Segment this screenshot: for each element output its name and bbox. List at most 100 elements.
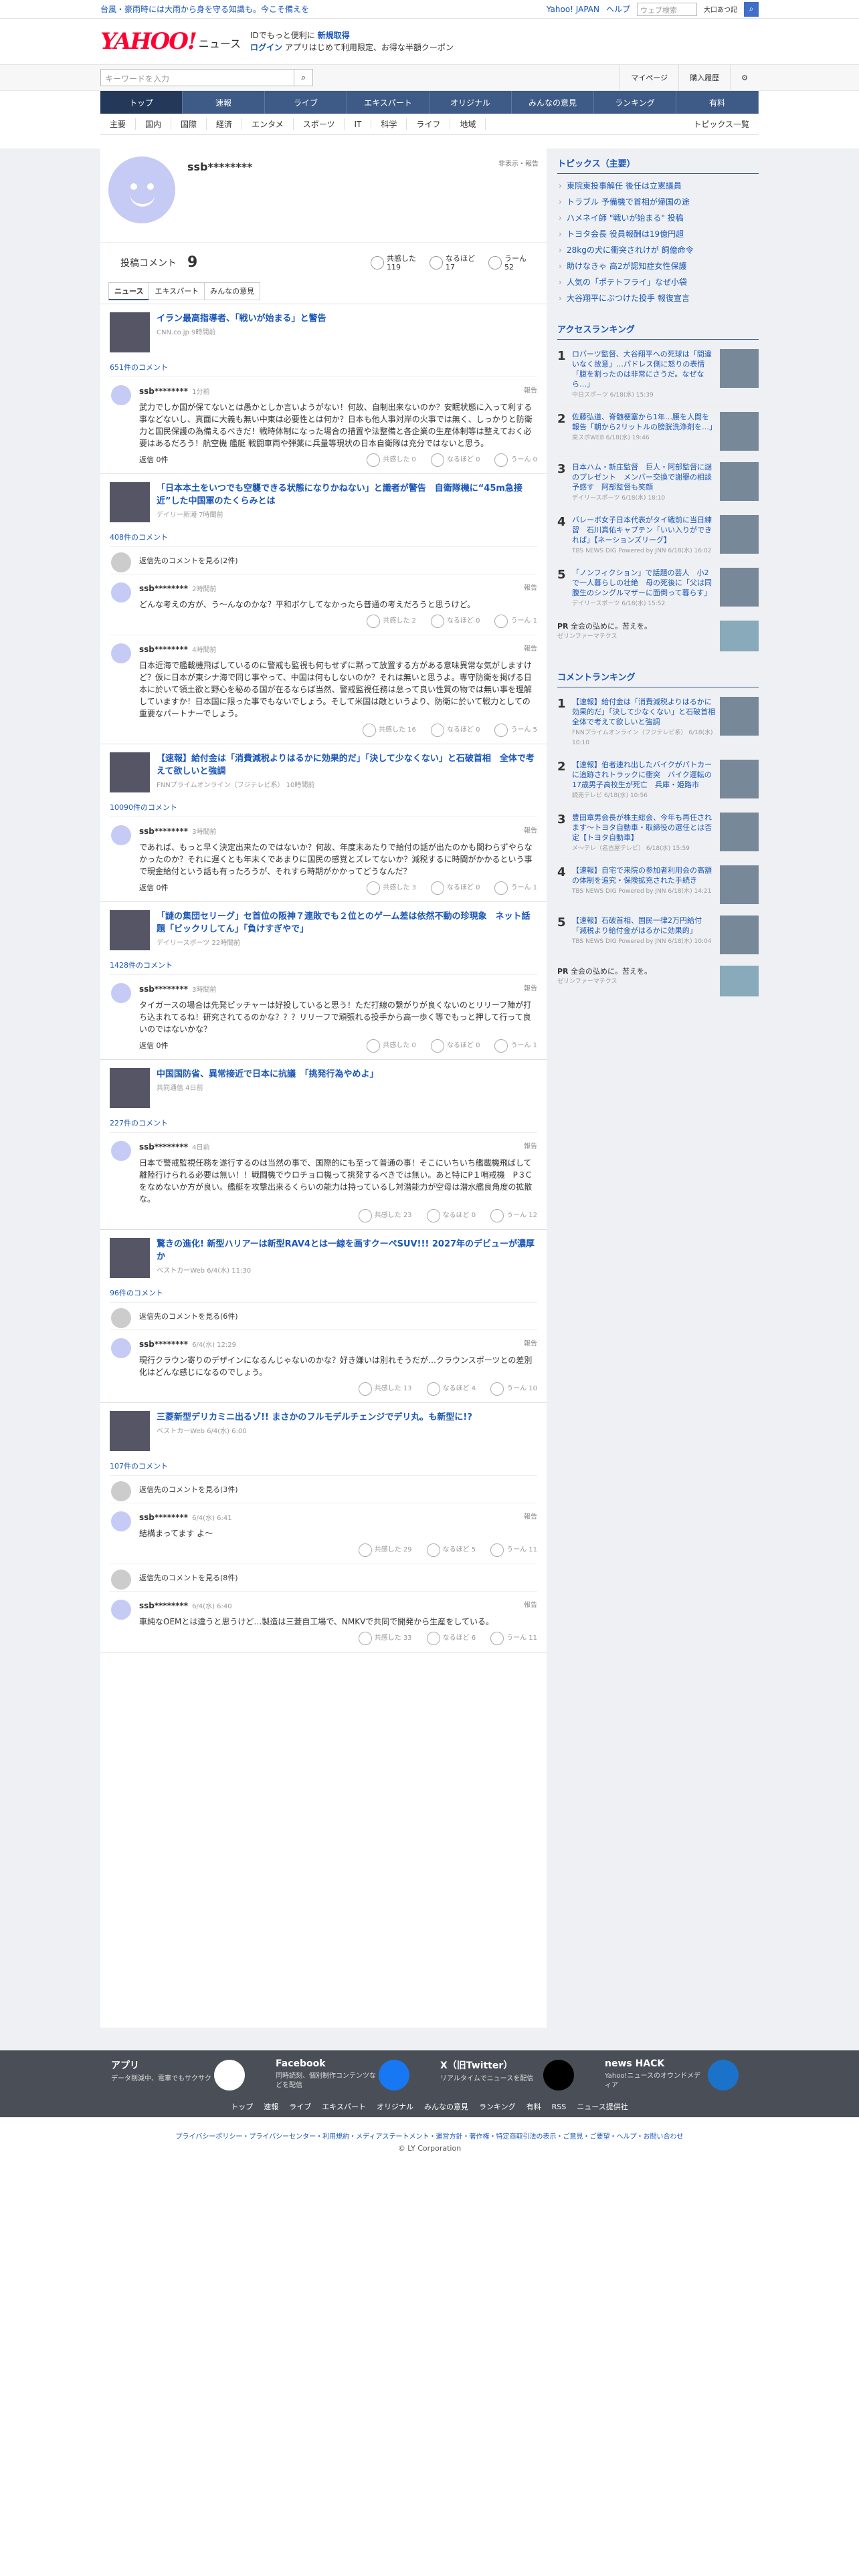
- empathy-button[interactable]: 共感した 3: [367, 881, 416, 895]
- rank-text[interactable]: ロバーツ監督、大谷翔平への死球は「間違いなく故意」…パドレス側に怒りの表情「腹を…: [572, 349, 716, 401]
- comment-user[interactable]: ssb********: [139, 984, 188, 994]
- comment-user[interactable]: ssb********: [139, 645, 188, 654]
- report-link[interactable]: 報告: [524, 385, 537, 397]
- ranking-item[interactable]: 4 バレーボ女子日本代表がタイ戦前に当日練習 石川真佑キャプテン「いい入りができれ…: [557, 510, 759, 562]
- web-search-input[interactable]: ウェブ検索: [637, 2, 697, 16]
- article[interactable]: イラン最高指導者、「戦いが始まる」と警告 CNN.co.jp 9時間前: [110, 304, 537, 358]
- show-parent-label[interactable]: 返信先のコメントを見る(8件): [139, 1574, 238, 1582]
- nav-expert[interactable]: エキスパート: [347, 91, 430, 114]
- comment-count-link[interactable]: 408件のコメント: [110, 528, 537, 546]
- ranking-item[interactable]: 2 佐藤弘道、脊髄梗塞から1年…腰を人間を報告「朝から2リットルの膀胱洗浄剤を…」…: [557, 407, 759, 457]
- search-icon[interactable]: ⌕: [294, 69, 313, 86]
- search-icon[interactable]: ⌕: [744, 1, 759, 17]
- ranking-item[interactable]: 1 ロバーツ監督、大谷翔平への死球は「間違いなく故意」…パドレス側に怒りの表情「腹…: [557, 344, 759, 407]
- naruhodo-button[interactable]: なるほど 0: [430, 1039, 480, 1053]
- ranking-item[interactable]: 3 日本ハム・新庄監督 巨人・阿部監督に謎のプレゼント メンバー交換で謝罪の相談予…: [557, 457, 759, 510]
- report-link[interactable]: 報告: [524, 1141, 537, 1153]
- rank-title[interactable]: 日本ハム・新庄監督 巨人・阿部監督に謎のプレゼント メンバー交換で謝罪の相談予感…: [572, 462, 716, 492]
- rank-title[interactable]: バレーボ女子日本代表がタイ戦前に当日練習 石川真佑キャプテン「いい入りができれば…: [572, 515, 716, 545]
- empathy-button[interactable]: 共感した 0: [367, 1039, 416, 1053]
- empathy-button[interactable]: 共感した 16: [363, 724, 416, 737]
- tab-expert[interactable]: エキスパート: [149, 282, 205, 300]
- article-title[interactable]: 【速報】給付金は「消費減税よりはるかに効果的だ」「決して少なくない」と石破首相 …: [157, 752, 537, 778]
- comment-user[interactable]: ssb********: [139, 1142, 188, 1152]
- rank-text[interactable]: 【速報】石破首相、国民一律2万円給付「減税より給付金がはるかに効果的」 TBS N…: [572, 916, 716, 954]
- nav-live[interactable]: ライブ: [265, 91, 347, 114]
- topic-link[interactable]: 人気の「ポテトフライ」なぜ小袋: [557, 274, 759, 290]
- tab-opinions[interactable]: みんなの意見: [204, 282, 261, 300]
- naruhodo-button[interactable]: なるほど 0: [426, 1209, 476, 1222]
- register-link[interactable]: 新規取得: [318, 31, 350, 40]
- empathy-button[interactable]: 共感した 23: [358, 1209, 412, 1222]
- footer-card[interactable]: Facebook 同時読刻、個別制作コンテンツなどを配信: [265, 2050, 430, 2099]
- nav-opinions[interactable]: みんなの意見: [512, 91, 594, 114]
- uun-button[interactable]: うーん 1: [494, 1039, 537, 1053]
- topic-link[interactable]: トヨタ会長 役員報酬は19億円超: [557, 226, 759, 242]
- uun-button[interactable]: うーん 11: [490, 1632, 537, 1645]
- rank-title[interactable]: 「ノンフィクション」で話題の芸人 小2で一人暮らしの壮絶 母の死後に「父は同腹生…: [572, 568, 716, 598]
- yahoo-news-logo[interactable]: YAHOO! ニュース: [100, 28, 241, 55]
- pr-ad-1[interactable]: PR 全会の弘めに。苦えを。 ゼリンファーマテクス: [557, 615, 759, 662]
- ranking-item[interactable]: 2 【速報】伯者連れ出したバイクがパトカーに追跡されトラックに衝突 バイク運転の1…: [557, 754, 759, 807]
- naruhodo-button[interactable]: なるほど 5: [426, 1543, 476, 1557]
- comment-count-link[interactable]: 107件のコメント: [110, 1457, 537, 1475]
- rank-title[interactable]: 【速報】伯者連れ出したバイクがパトカーに追跡されトラックに衝突 バイク運転の17…: [572, 760, 716, 790]
- cat-local[interactable]: 地域: [450, 118, 486, 130]
- comment-count-link[interactable]: 10090件のコメント: [110, 798, 537, 817]
- naruhodo-button[interactable]: なるほど 6: [426, 1632, 476, 1645]
- legal-links[interactable]: プライバシーポリシー・プライバシーセンター・利用規約・メディアステートメント・運…: [0, 2131, 859, 2141]
- footer-link[interactable]: 有料: [527, 2103, 541, 2111]
- empathy-button[interactable]: 共感した 29: [358, 1543, 412, 1557]
- footer-link[interactable]: みんなの意見: [424, 2103, 468, 2111]
- reply-button[interactable]: 返信 0件: [139, 1040, 169, 1052]
- ranking-item[interactable]: 5 【速報】石破首相、国民一律2万円給付「減税より給付金がはるかに効果的」 TBS …: [557, 910, 759, 960]
- newshack-icon[interactable]: [708, 2060, 739, 2090]
- footer-link[interactable]: エキスパート: [322, 2103, 366, 2111]
- comment-user[interactable]: ssb********: [139, 387, 188, 396]
- show-parent-label[interactable]: 返信先のコメントを見る(2件): [139, 556, 238, 565]
- article[interactable]: 中国国防省、異常接近で日本に抗議 「挑発行為やめよ」 共同通信 4日前: [110, 1060, 537, 1113]
- uun-button[interactable]: うーん 10: [490, 1382, 537, 1396]
- rank-text[interactable]: バレーボ女子日本代表がタイ戦前に当日練習 石川真佑キャプテン「いい入りができれば…: [572, 515, 716, 556]
- comment-count-link[interactable]: 227件のコメント: [110, 1113, 537, 1132]
- reply-button[interactable]: 返信 0件: [139, 454, 169, 466]
- rank-thumbnail[interactable]: [720, 760, 759, 798]
- rank-thumbnail[interactable]: [720, 568, 759, 607]
- article[interactable]: 【速報】給付金は「消費減税よりはるかに効果的だ」「決して少なくない」と石破首相 …: [110, 744, 537, 798]
- footer-link[interactable]: トップ: [231, 2103, 253, 2111]
- comment-count-link[interactable]: 96件のコメント: [110, 1283, 537, 1302]
- article-title[interactable]: 「日本本土をいつでも空襲できる状態になりかねない」と識者が警告 自衛隊機に“45…: [157, 482, 537, 508]
- rank-thumbnail[interactable]: [720, 349, 759, 388]
- help-link[interactable]: ヘルプ: [606, 3, 630, 15]
- comment-user[interactable]: ssb********: [139, 827, 188, 836]
- show-parent-comment[interactable]: 返信先のコメントを見る(6件): [110, 1302, 537, 1329]
- cat-entertainment[interactable]: エンタメ: [242, 118, 294, 130]
- naruhodo-button[interactable]: なるほど 0: [430, 453, 480, 467]
- article[interactable]: 「謎の集団セリーグ」セ首位の阪神７連敗でも２位とのゲーム差は依然不動の珍現象 ネ…: [110, 902, 537, 956]
- article[interactable]: 「日本本土をいつでも空襲できる状態になりかねない」と識者が警告 自衛隊機に“45…: [110, 474, 537, 528]
- rank-thumbnail[interactable]: [720, 813, 759, 851]
- cat-science[interactable]: 科学: [371, 118, 407, 130]
- rank-text[interactable]: 日本ハム・新庄監督 巨人・阿部監督に謎のプレゼント メンバー交換で謝罪の相談予感…: [572, 462, 716, 504]
- article-thumbnail[interactable]: [110, 482, 150, 522]
- rank-text[interactable]: 佐藤弘道、脊髄梗塞から1年…腰を人間を報告「朝から2リットルの膀胱洗浄剤を…」東…: [572, 412, 717, 451]
- rank-title[interactable]: 佐藤弘道、脊髄梗塞から1年…腰を人間を報告「朝から2リットルの膀胱洗浄剤を…」: [572, 412, 717, 432]
- article-title[interactable]: 「謎の集団セリーグ」セ首位の阪神７連敗でも２位とのゲーム差は依然不動の珍現象 ネ…: [157, 910, 537, 936]
- topics-list-link[interactable]: トピックス一覧: [684, 118, 759, 130]
- show-parent-comment[interactable]: 返信先のコメントを見る(3件): [110, 1475, 537, 1503]
- article-thumbnail[interactable]: [110, 1238, 150, 1278]
- report-link[interactable]: 報告: [524, 1511, 537, 1523]
- footer-card[interactable]: news HACK Yahoo!ニュースのオウンドメディア: [594, 2050, 759, 2099]
- show-parent-label[interactable]: 返信先のコメントを見る(6件): [139, 1312, 238, 1321]
- nav-breaking[interactable]: 速報: [183, 91, 265, 114]
- comment-count-link[interactable]: 651件のコメント: [110, 358, 537, 377]
- article-title[interactable]: イラン最高指導者、「戦いが始まる」と警告: [157, 312, 326, 325]
- empathy-button[interactable]: 共感した 13: [358, 1382, 412, 1396]
- rank-text[interactable]: 「ノンフィクション」で話題の芸人 小2で一人暮らしの壮絶 母の死後に「父は同腹生…: [572, 568, 716, 609]
- article-thumbnail[interactable]: [110, 752, 150, 792]
- promo-link[interactable]: 台風・豪雨時には大雨から身を守る知識も。今こそ備えを: [100, 3, 309, 15]
- ranking-item[interactable]: 1 【速報】給付金は「消費減税よりはるかに効果的だ」「決して少なくない」と石破首相…: [557, 691, 759, 754]
- rank-thumbnail[interactable]: [720, 462, 759, 501]
- yahoo-japan-link[interactable]: Yahoo! JAPAN: [547, 5, 599, 14]
- comment-user[interactable]: ssb********: [139, 1601, 188, 1610]
